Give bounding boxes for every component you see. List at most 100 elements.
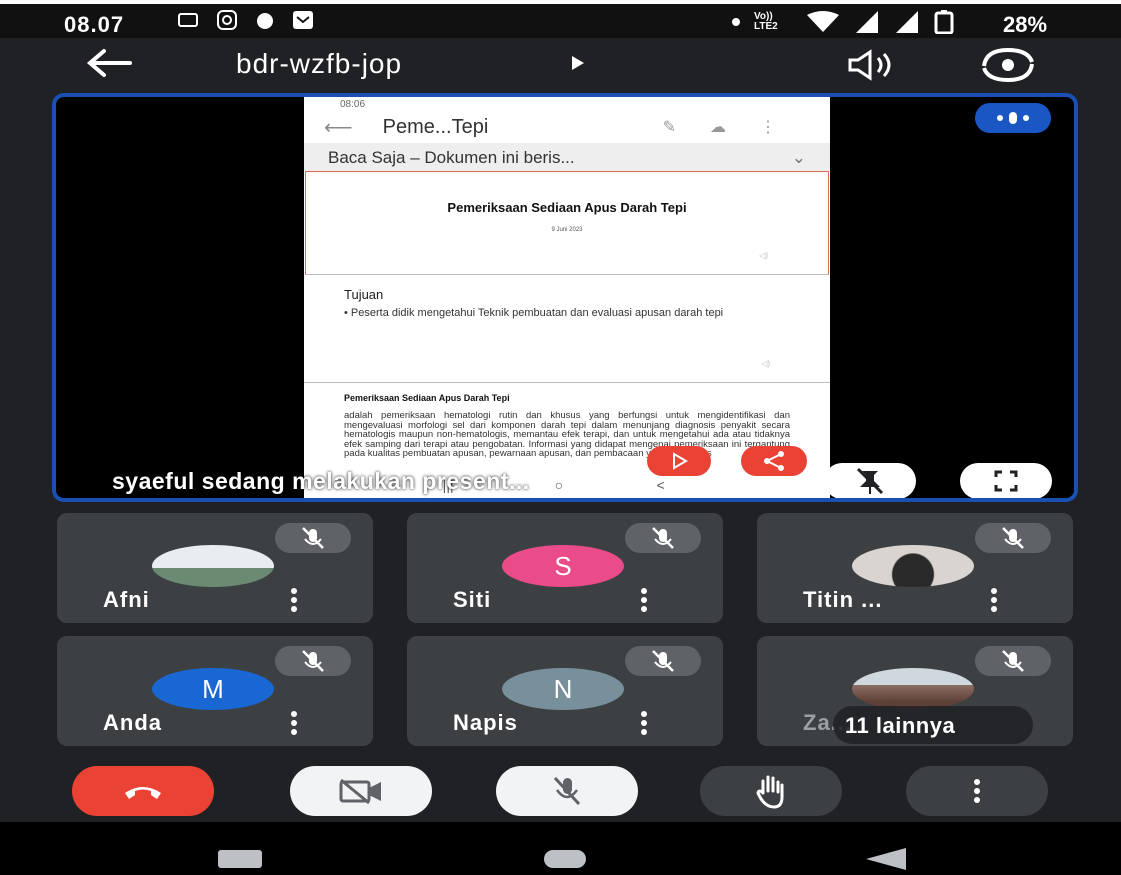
more-vert-icon[interactable]	[639, 710, 649, 736]
slide-2-heading: Tujuan	[344, 287, 384, 302]
chevron-down-icon: ⌄	[791, 148, 806, 167]
avatar	[852, 545, 974, 587]
present-play-button	[647, 446, 711, 476]
mic-off-icon	[652, 650, 674, 672]
audio-icon: ◁)	[761, 359, 770, 368]
shared-back-arrow-icon: ⟵	[324, 116, 353, 139]
mic-off-badge	[275, 523, 351, 553]
meeting-header: bdr-wzfb-jop	[0, 38, 1121, 90]
slide-title: Pemeriksaan Sediaan Apus Darah Tepi 9 Ju…	[305, 171, 829, 275]
back-arrow-icon[interactable]	[86, 48, 132, 78]
recents-icon[interactable]	[218, 850, 262, 868]
caret-right-icon[interactable]	[572, 56, 584, 70]
stage-more-button[interactable]	[975, 103, 1051, 133]
home-icon[interactable]	[544, 850, 586, 868]
mic-off-badge	[275, 646, 351, 676]
avatar	[152, 545, 274, 587]
pin-off-icon	[856, 467, 884, 495]
mic-off-badge	[625, 523, 701, 553]
participant-name: Anda	[103, 710, 162, 735]
message-icon	[293, 11, 313, 29]
participant-tile[interactable]: Titin ...	[757, 513, 1073, 623]
mic-off-icon	[553, 776, 581, 806]
more-horiz-icon	[997, 112, 1029, 124]
shared-screen: 08:06 ⟵ Peme...Tepi ✎☁⋮ Baca Saja – Doku…	[304, 97, 830, 498]
shared-doc-title: Peme...Tepi	[382, 115, 489, 138]
battery-icon	[934, 10, 954, 34]
switch-camera-icon[interactable]	[976, 46, 1040, 84]
shared-toolbar-icons: ✎☁⋮	[662, 119, 810, 136]
shared-doc-toolbar: ⟵ Peme...Tepi ✎☁⋮	[304, 111, 830, 143]
end-call-icon	[125, 787, 161, 799]
status-bar: 08.07 Vo)) LTE2 28%	[0, 0, 1121, 38]
more-vert-icon[interactable]	[289, 710, 299, 736]
fullscreen-icon	[994, 470, 1018, 492]
avatar: S	[502, 545, 624, 587]
participant-name: Siti	[453, 587, 492, 612]
more-options-button[interactable]	[906, 766, 1048, 816]
participant-tile[interactable]: M Anda	[57, 636, 373, 746]
mic-toggle-button[interactable]	[496, 766, 638, 816]
more-vert-icon	[974, 779, 980, 803]
readonly-banner: Baca Saja – Dokumen ini beris... ⌄	[304, 143, 830, 171]
shared-status-time: 08:06	[340, 99, 366, 110]
speaker-icon[interactable]	[846, 48, 902, 82]
instagram-icon	[217, 10, 237, 30]
camera-off-icon	[339, 778, 381, 805]
more-vert-icon[interactable]	[639, 587, 649, 613]
participant-name: Napis	[453, 710, 518, 735]
signal-icon	[856, 11, 878, 33]
status-time: 08.07	[64, 12, 125, 37]
presentation-stage[interactable]: 08:06 ⟵ Peme...Tepi ✎☁⋮ Baca Saja – Doku…	[52, 93, 1078, 502]
nav-back-icon[interactable]	[866, 848, 906, 870]
participant-name: Titin ...	[803, 587, 883, 612]
slide-1-title: Pemeriksaan Sediaan Apus Darah Tepi	[447, 200, 687, 215]
mic-off-icon	[302, 650, 324, 672]
end-call-button[interactable]	[72, 766, 214, 816]
camera-toggle-button[interactable]	[290, 766, 432, 816]
signal-icon	[896, 11, 918, 33]
presenter-caption: syaeful sedang melakukan present...	[112, 468, 530, 494]
more-vert-icon[interactable]	[289, 587, 299, 613]
shield-icon	[257, 13, 273, 29]
volte-icon: Vo)) LTE2	[754, 11, 778, 32]
more-participants-chip[interactable]: 11 lainnya	[833, 706, 1033, 744]
mic-off-icon	[302, 527, 324, 549]
readonly-banner-text: Baca Saja – Dokumen ini beris...	[328, 148, 575, 167]
share-fab-button	[741, 446, 807, 476]
android-nav-bar	[0, 822, 1121, 875]
cast-icon	[178, 13, 198, 27]
slide-1-date: 9 Juni 2023	[551, 227, 583, 233]
slide-2-bullet: • Peserta didik mengetahui Teknik pembua…	[344, 307, 724, 319]
slide-objective: Tujuan • Peserta didik mengetahui Teknik…	[304, 275, 830, 383]
participant-tile[interactable]: Afni	[57, 513, 373, 623]
dot-icon	[732, 18, 740, 26]
mic-off-badge	[975, 523, 1051, 553]
avatar: N	[502, 668, 624, 710]
unpin-button[interactable]	[824, 463, 916, 498]
play-icon	[673, 452, 688, 470]
share-icon	[764, 451, 784, 471]
audio-icon: ◁)	[759, 251, 768, 260]
participant-name: Afni	[103, 587, 150, 612]
participant-tile[interactable]: N Napis	[407, 636, 723, 746]
participant-tile[interactable]: S Siti	[407, 513, 723, 623]
mic-off-icon	[652, 527, 674, 549]
mic-off-badge	[625, 646, 701, 676]
mic-off-icon	[1002, 650, 1024, 672]
avatar: M	[152, 668, 274, 710]
fullscreen-button[interactable]	[960, 463, 1052, 498]
status-notification-icons	[178, 10, 314, 30]
mic-off-icon	[1002, 527, 1024, 549]
raise-hand-button[interactable]	[700, 766, 842, 816]
battery-percentage: 28%	[1003, 12, 1048, 37]
status-system-icons: Vo)) LTE2	[732, 10, 954, 34]
slide-3-body: adalah pemeriksaan hematologi rutin dan …	[344, 410, 790, 459]
raise-hand-icon	[756, 775, 784, 809]
meeting-code-title[interactable]: bdr-wzfb-jop	[236, 48, 402, 80]
slide-3-heading: Pemeriksaan Sediaan Apus Darah Tepi	[344, 393, 510, 403]
more-vert-icon[interactable]	[989, 587, 999, 613]
avatar	[852, 668, 974, 710]
wifi-icon	[807, 11, 839, 32]
mic-off-badge	[975, 646, 1051, 676]
